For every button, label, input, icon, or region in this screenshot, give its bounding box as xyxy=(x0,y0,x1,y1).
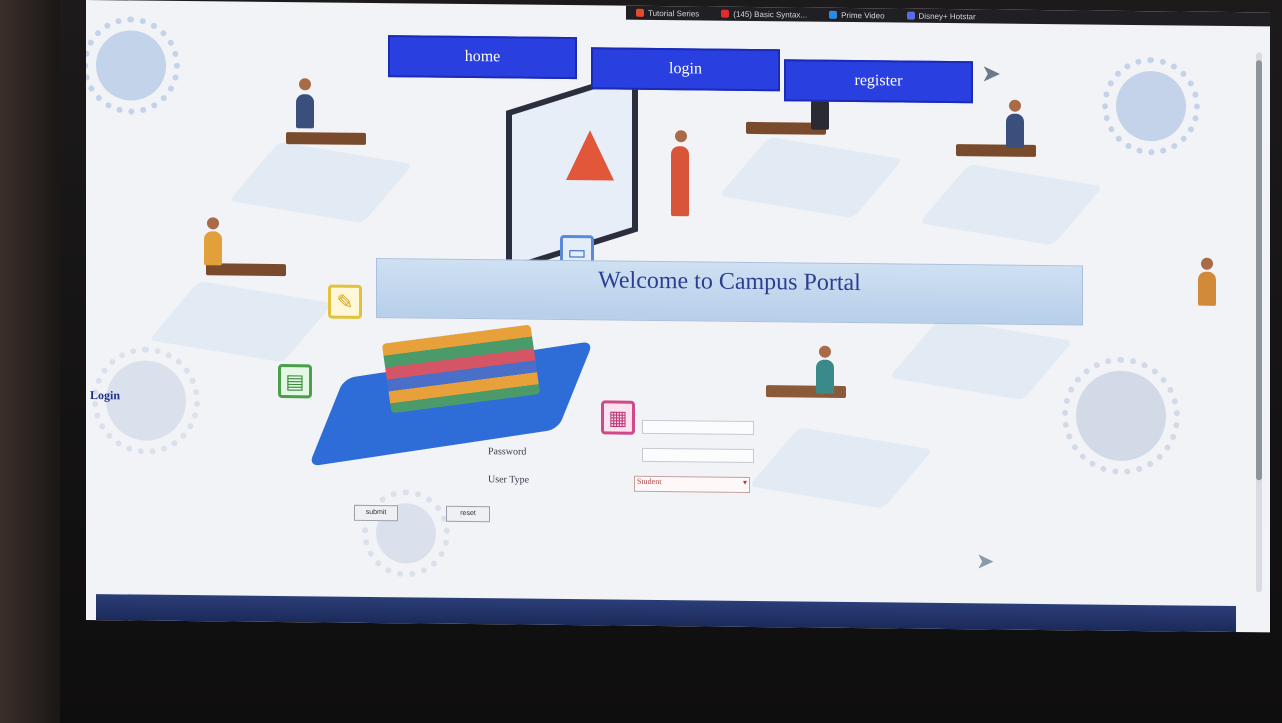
presenter-head xyxy=(675,130,687,143)
login-heading: Login xyxy=(90,388,121,403)
nav-register-button[interactable]: register xyxy=(784,59,973,104)
person-head xyxy=(819,345,831,358)
youtube-icon xyxy=(721,10,730,19)
desk-illustration xyxy=(956,144,1036,157)
person-illustration xyxy=(816,359,834,394)
bookmark-item[interactable]: Tutorial Series xyxy=(636,8,699,18)
usertype-selected-value: Student xyxy=(637,476,662,487)
isometric-tile xyxy=(149,281,333,363)
username-input[interactable] xyxy=(642,419,754,435)
paper-plane-icon: ➤ xyxy=(981,59,1002,88)
person-head xyxy=(1009,99,1021,112)
reset-button[interactable]: reset xyxy=(446,505,490,523)
page-footer xyxy=(96,594,1236,633)
prime-video-icon xyxy=(829,11,838,20)
submit-button[interactable]: submit xyxy=(354,504,398,522)
bookmarks-bar: Tutorial Series (145) Basic Syntax... Pr… xyxy=(626,5,1270,28)
hotstar-icon xyxy=(906,11,915,21)
isometric-tile xyxy=(229,141,413,224)
page-scrollbar-thumb[interactable] xyxy=(1256,60,1262,481)
paper-plane-icon: ➤ xyxy=(976,549,995,575)
book-icon: ▤ xyxy=(278,364,312,399)
bookmark-item[interactable]: Disney+ Hotstar xyxy=(906,11,976,21)
person-illustration xyxy=(1006,113,1024,148)
person-head xyxy=(299,78,311,91)
monitor: Tutorial Series (145) Basic Syntax... Pr… xyxy=(0,0,1282,723)
person-head xyxy=(207,217,219,230)
bookmark-item[interactable]: Prime Video xyxy=(829,10,885,20)
person-illustration xyxy=(296,94,314,129)
nav-home-button[interactable]: home xyxy=(388,35,577,80)
presenter-illustration xyxy=(671,146,689,217)
browser-viewport: Tutorial Series (145) Basic Syntax... Pr… xyxy=(86,0,1270,633)
nav-login-button[interactable]: login xyxy=(591,47,780,92)
virus-decoration xyxy=(96,30,166,101)
isometric-tile xyxy=(749,427,933,509)
pyramid-chart-illustration xyxy=(566,130,614,181)
chevron-down-icon: ▾ xyxy=(742,477,747,487)
desk-illustration xyxy=(286,132,366,145)
isometric-tile xyxy=(919,164,1103,246)
welcome-banner: Welcome to Campus Portal xyxy=(376,258,1083,326)
person-illustration xyxy=(204,231,222,266)
bookmark-icon xyxy=(636,9,644,18)
usertype-select[interactable]: Student ▾ xyxy=(634,475,750,493)
person-illustration xyxy=(1198,271,1216,306)
virus-decoration xyxy=(1116,70,1186,142)
isometric-tile xyxy=(889,318,1073,400)
isometric-tile xyxy=(719,137,903,219)
password-input[interactable] xyxy=(642,447,754,463)
pencil-icon: ✎ xyxy=(328,284,362,319)
document-icon: ▦ xyxy=(601,400,635,435)
page-title: Welcome to Campus Portal xyxy=(598,267,861,297)
desk-illustration xyxy=(766,385,846,398)
virus-decoration xyxy=(1076,370,1166,462)
usertype-label: User Type xyxy=(488,474,530,486)
bookmark-item[interactable]: (145) Basic Syntax... xyxy=(721,9,807,19)
monitor-bezel xyxy=(0,0,60,723)
person-head xyxy=(1201,257,1213,270)
password-label: Password xyxy=(488,446,527,458)
